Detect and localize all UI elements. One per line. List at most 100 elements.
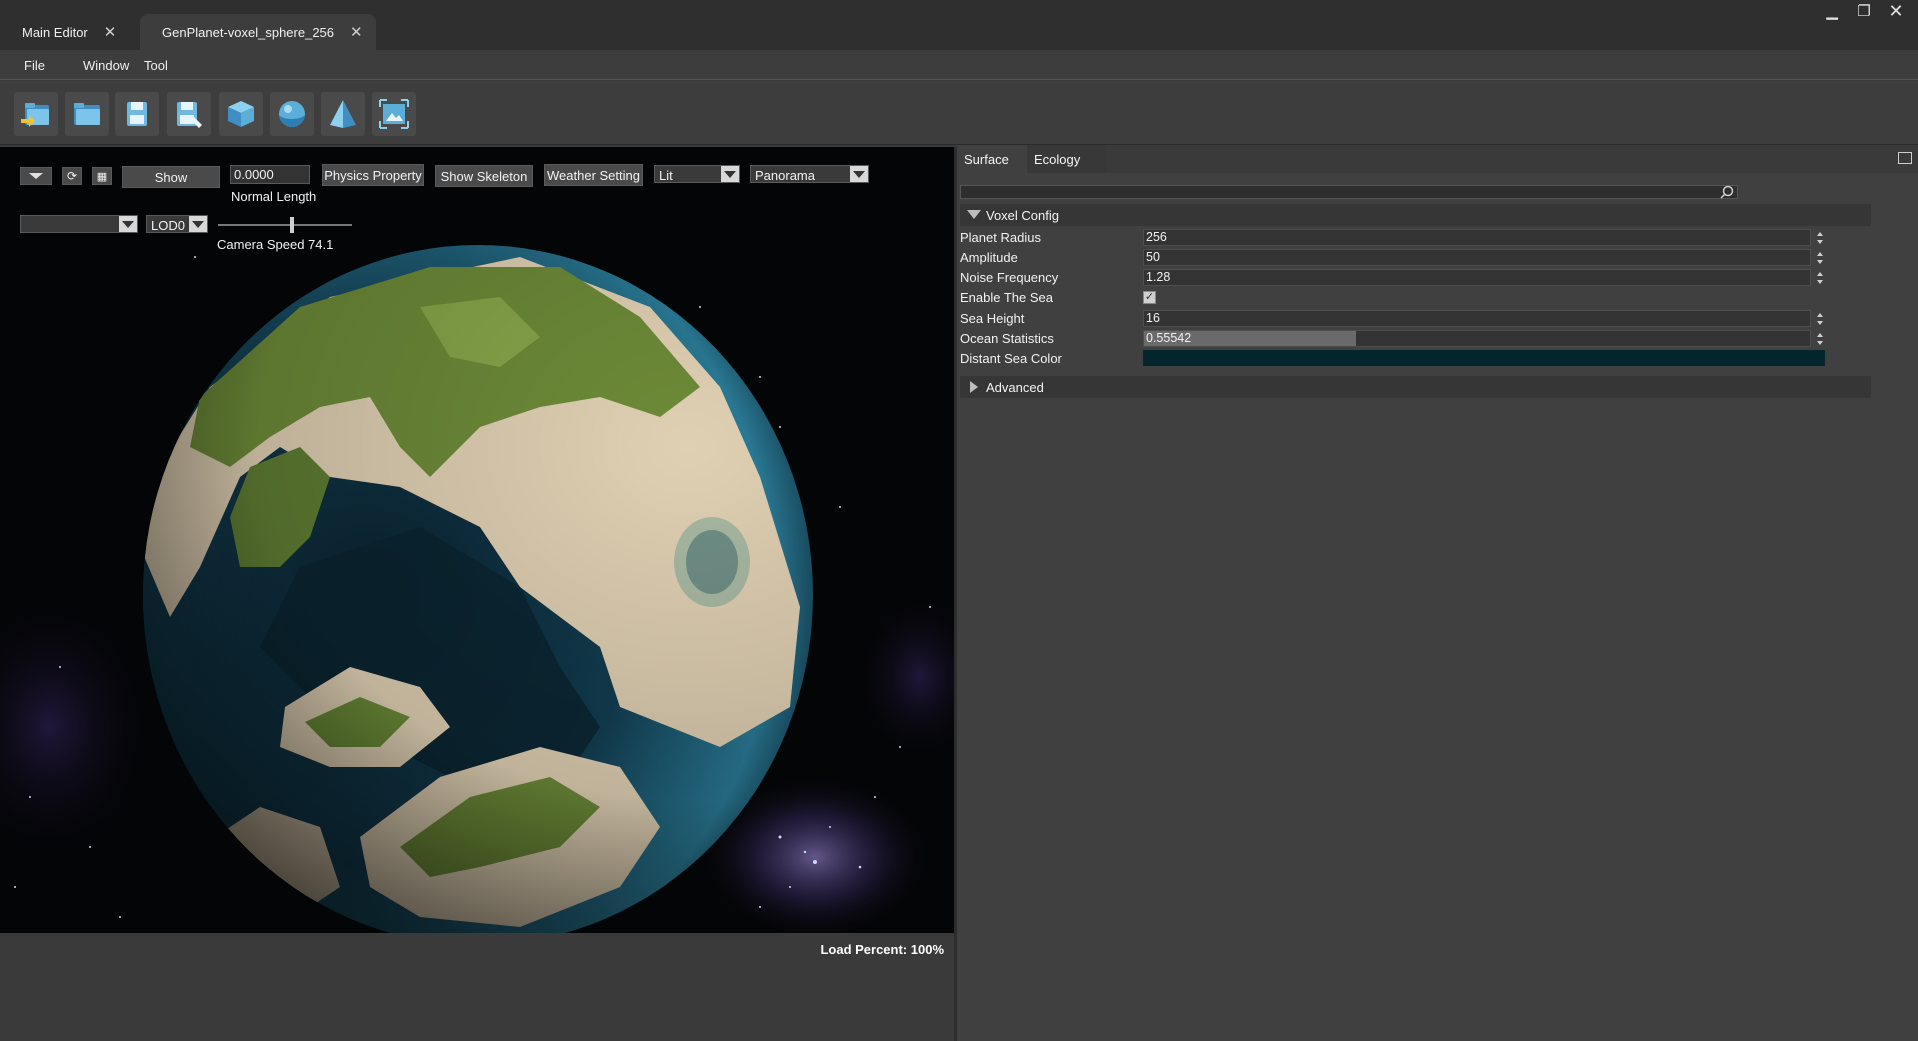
show-button[interactable]: Show <box>122 166 220 188</box>
tab-main-editor[interactable]: Main Editor ✕ <box>0 14 140 50</box>
background-mode-dropdown[interactable]: Panorama <box>750 165 869 183</box>
advanced-title: Advanced <box>986 379 1044 395</box>
voxel-config-title: Voxel Config <box>986 207 1059 223</box>
property-search-input[interactable] <box>960 185 1738 199</box>
dropdown-arrow-icon <box>721 166 739 182</box>
planet-radius-value: 256 <box>1146 230 1167 244</box>
sea-height-value: 16 <box>1146 311 1160 325</box>
collapse-icon <box>967 210 981 219</box>
restore-button[interactable]: ❐ <box>1848 0 1880 22</box>
tab-genplanet-label: GenPlanet-voxel_sphere_256 <box>162 24 335 40</box>
slider-thumb[interactable] <box>289 217 294 233</box>
cube-button[interactable] <box>219 92 263 136</box>
enable-sea-row: Enable The Sea ✓ <box>960 288 1871 308</box>
menu-tool[interactable]: Tool <box>144 58 168 73</box>
pyramid-button[interactable] <box>321 92 365 136</box>
dropdown-arrow-icon <box>119 216 137 232</box>
open-folder-icon <box>74 103 100 125</box>
close-icon[interactable]: ✕ <box>104 23 117 41</box>
open-folder-button[interactable] <box>65 92 109 136</box>
enable-sea-checkbox[interactable]: ✓ <box>1143 291 1156 304</box>
ocean-statistics-label: Ocean Statistics <box>960 331 1054 346</box>
load-percent-text: Load Percent: 100% <box>820 942 944 957</box>
slider-track <box>218 224 352 226</box>
menu-file[interactable]: File <box>24 58 45 73</box>
close-icon[interactable]: ✕ <box>350 23 363 41</box>
ocean-statistics-slider[interactable]: 0.55542 <box>1143 330 1811 347</box>
menu-bar: File Window Tool <box>0 50 1918 80</box>
noise-frequency-value: 1.28 <box>1146 270 1171 284</box>
voxel-config-section[interactable]: Voxel Config <box>960 204 1871 226</box>
tab-main-editor-label: Main Editor <box>22 24 88 40</box>
normal-length-input[interactable]: 0.0000 <box>230 165 310 184</box>
noise-frequency-field[interactable]: 1.28 <box>1143 269 1811 286</box>
spinner-icon[interactable] <box>1815 330 1825 347</box>
title-bar: Main Editor ✕ GenPlanet-voxel_sphere_256… <box>0 0 1918 50</box>
view-menu-button[interactable] <box>20 167 52 185</box>
import-folder-button[interactable] <box>14 92 58 136</box>
noise-frequency-label: Noise Frequency <box>960 270 1059 285</box>
expand-icon <box>970 381 978 393</box>
sea-height-row: Sea Height 16 <box>960 309 1871 329</box>
frame-image-button[interactable] <box>372 92 416 136</box>
lod-dropdown[interactable]: LOD0 <box>146 215 208 233</box>
frame-image-icon <box>379 99 409 129</box>
toolbar <box>0 81 1918 145</box>
save-button[interactable] <box>115 92 159 136</box>
background-mode-value: Panorama <box>755 168 815 183</box>
cube-icon <box>228 101 254 127</box>
refresh-button[interactable]: ⟳ <box>62 167 82 185</box>
search-icon[interactable] <box>1719 184 1735 200</box>
enable-sea-label: Enable The Sea <box>960 290 1053 305</box>
save-as-button[interactable] <box>167 92 211 136</box>
physics-property-button[interactable]: Physics Property <box>322 164 424 186</box>
sphere-icon <box>279 101 305 127</box>
amplitude-row: Amplitude 50 <box>960 248 1871 268</box>
spinner-icon[interactable] <box>1815 269 1825 286</box>
ocean-statistics-value: 0.55542 <box>1146 331 1192 345</box>
distant-sea-color-label: Distant Sea Color <box>960 351 1062 366</box>
spinner-icon[interactable] <box>1815 229 1825 246</box>
weather-setting-button[interactable]: Weather Setting <box>544 164 643 186</box>
distant-sea-color-row: Distant Sea Color <box>960 349 1871 369</box>
camera-speed-slider[interactable] <box>218 217 352 233</box>
sea-height-field[interactable]: 16 <box>1143 310 1811 327</box>
distant-sea-color-swatch[interactable] <box>1143 350 1825 366</box>
tab-surface[interactable]: Surface <box>957 145 1027 173</box>
minimize-button[interactable]: ▁ <box>1816 0 1848 22</box>
viewport[interactable]: ⟳ ▦ Show 0.0000 Normal Length Physics Pr… <box>0 147 956 933</box>
refresh-icon: ⟳ <box>66 169 78 183</box>
show-skeleton-button[interactable]: Show Skeleton <box>435 165 533 187</box>
planet-scene <box>0 147 956 933</box>
sphere-button[interactable] <box>270 92 314 136</box>
sea-height-label: Sea Height <box>960 311 1025 326</box>
pin-icon[interactable] <box>1898 152 1912 164</box>
shading-mode-value: Lit <box>659 168 673 183</box>
ocean-statistics-row: Ocean Statistics 0.55542 <box>960 329 1871 349</box>
advanced-section[interactable]: Advanced <box>960 376 1871 398</box>
window-close-button[interactable]: ✕ <box>1880 0 1912 22</box>
amplitude-field[interactable]: 50 <box>1143 249 1811 266</box>
dropdown-arrow-icon <box>850 166 868 182</box>
pyramid-icon <box>330 100 356 128</box>
grid-icon: ▦ <box>96 170 108 183</box>
menu-window[interactable]: Window <box>83 58 129 73</box>
property-panel: Surface Ecology Voxel Config Planet Radi… <box>957 145 1918 1041</box>
asset-dropdown[interactable] <box>20 215 138 233</box>
grid-toggle-button[interactable]: ▦ <box>92 167 112 185</box>
planet-radius-label: Planet Radius <box>960 230 1041 245</box>
amplitude-value: 50 <box>1146 250 1160 264</box>
planet-radius-field[interactable]: 256 <box>1143 229 1811 246</box>
dropdown-arrow-icon <box>189 216 207 232</box>
planet-radius-row: Planet Radius 256 <box>960 228 1871 248</box>
panel-tabs: Surface Ecology <box>957 145 1918 173</box>
noise-frequency-row: Noise Frequency 1.28 <box>960 268 1871 288</box>
status-bar: Load Percent: 100% <box>0 933 956 1041</box>
tab-ecology[interactable]: Ecology <box>1027 145 1107 173</box>
spinner-icon[interactable] <box>1815 249 1825 266</box>
shading-mode-dropdown[interactable]: Lit <box>654 165 740 183</box>
spinner-icon[interactable] <box>1815 310 1825 327</box>
camera-speed-label: Camera Speed 74.1 <box>217 237 334 252</box>
normal-length-label: Normal Length <box>231 189 317 204</box>
tab-genplanet[interactable]: GenPlanet-voxel_sphere_256 ✕ <box>140 14 376 50</box>
